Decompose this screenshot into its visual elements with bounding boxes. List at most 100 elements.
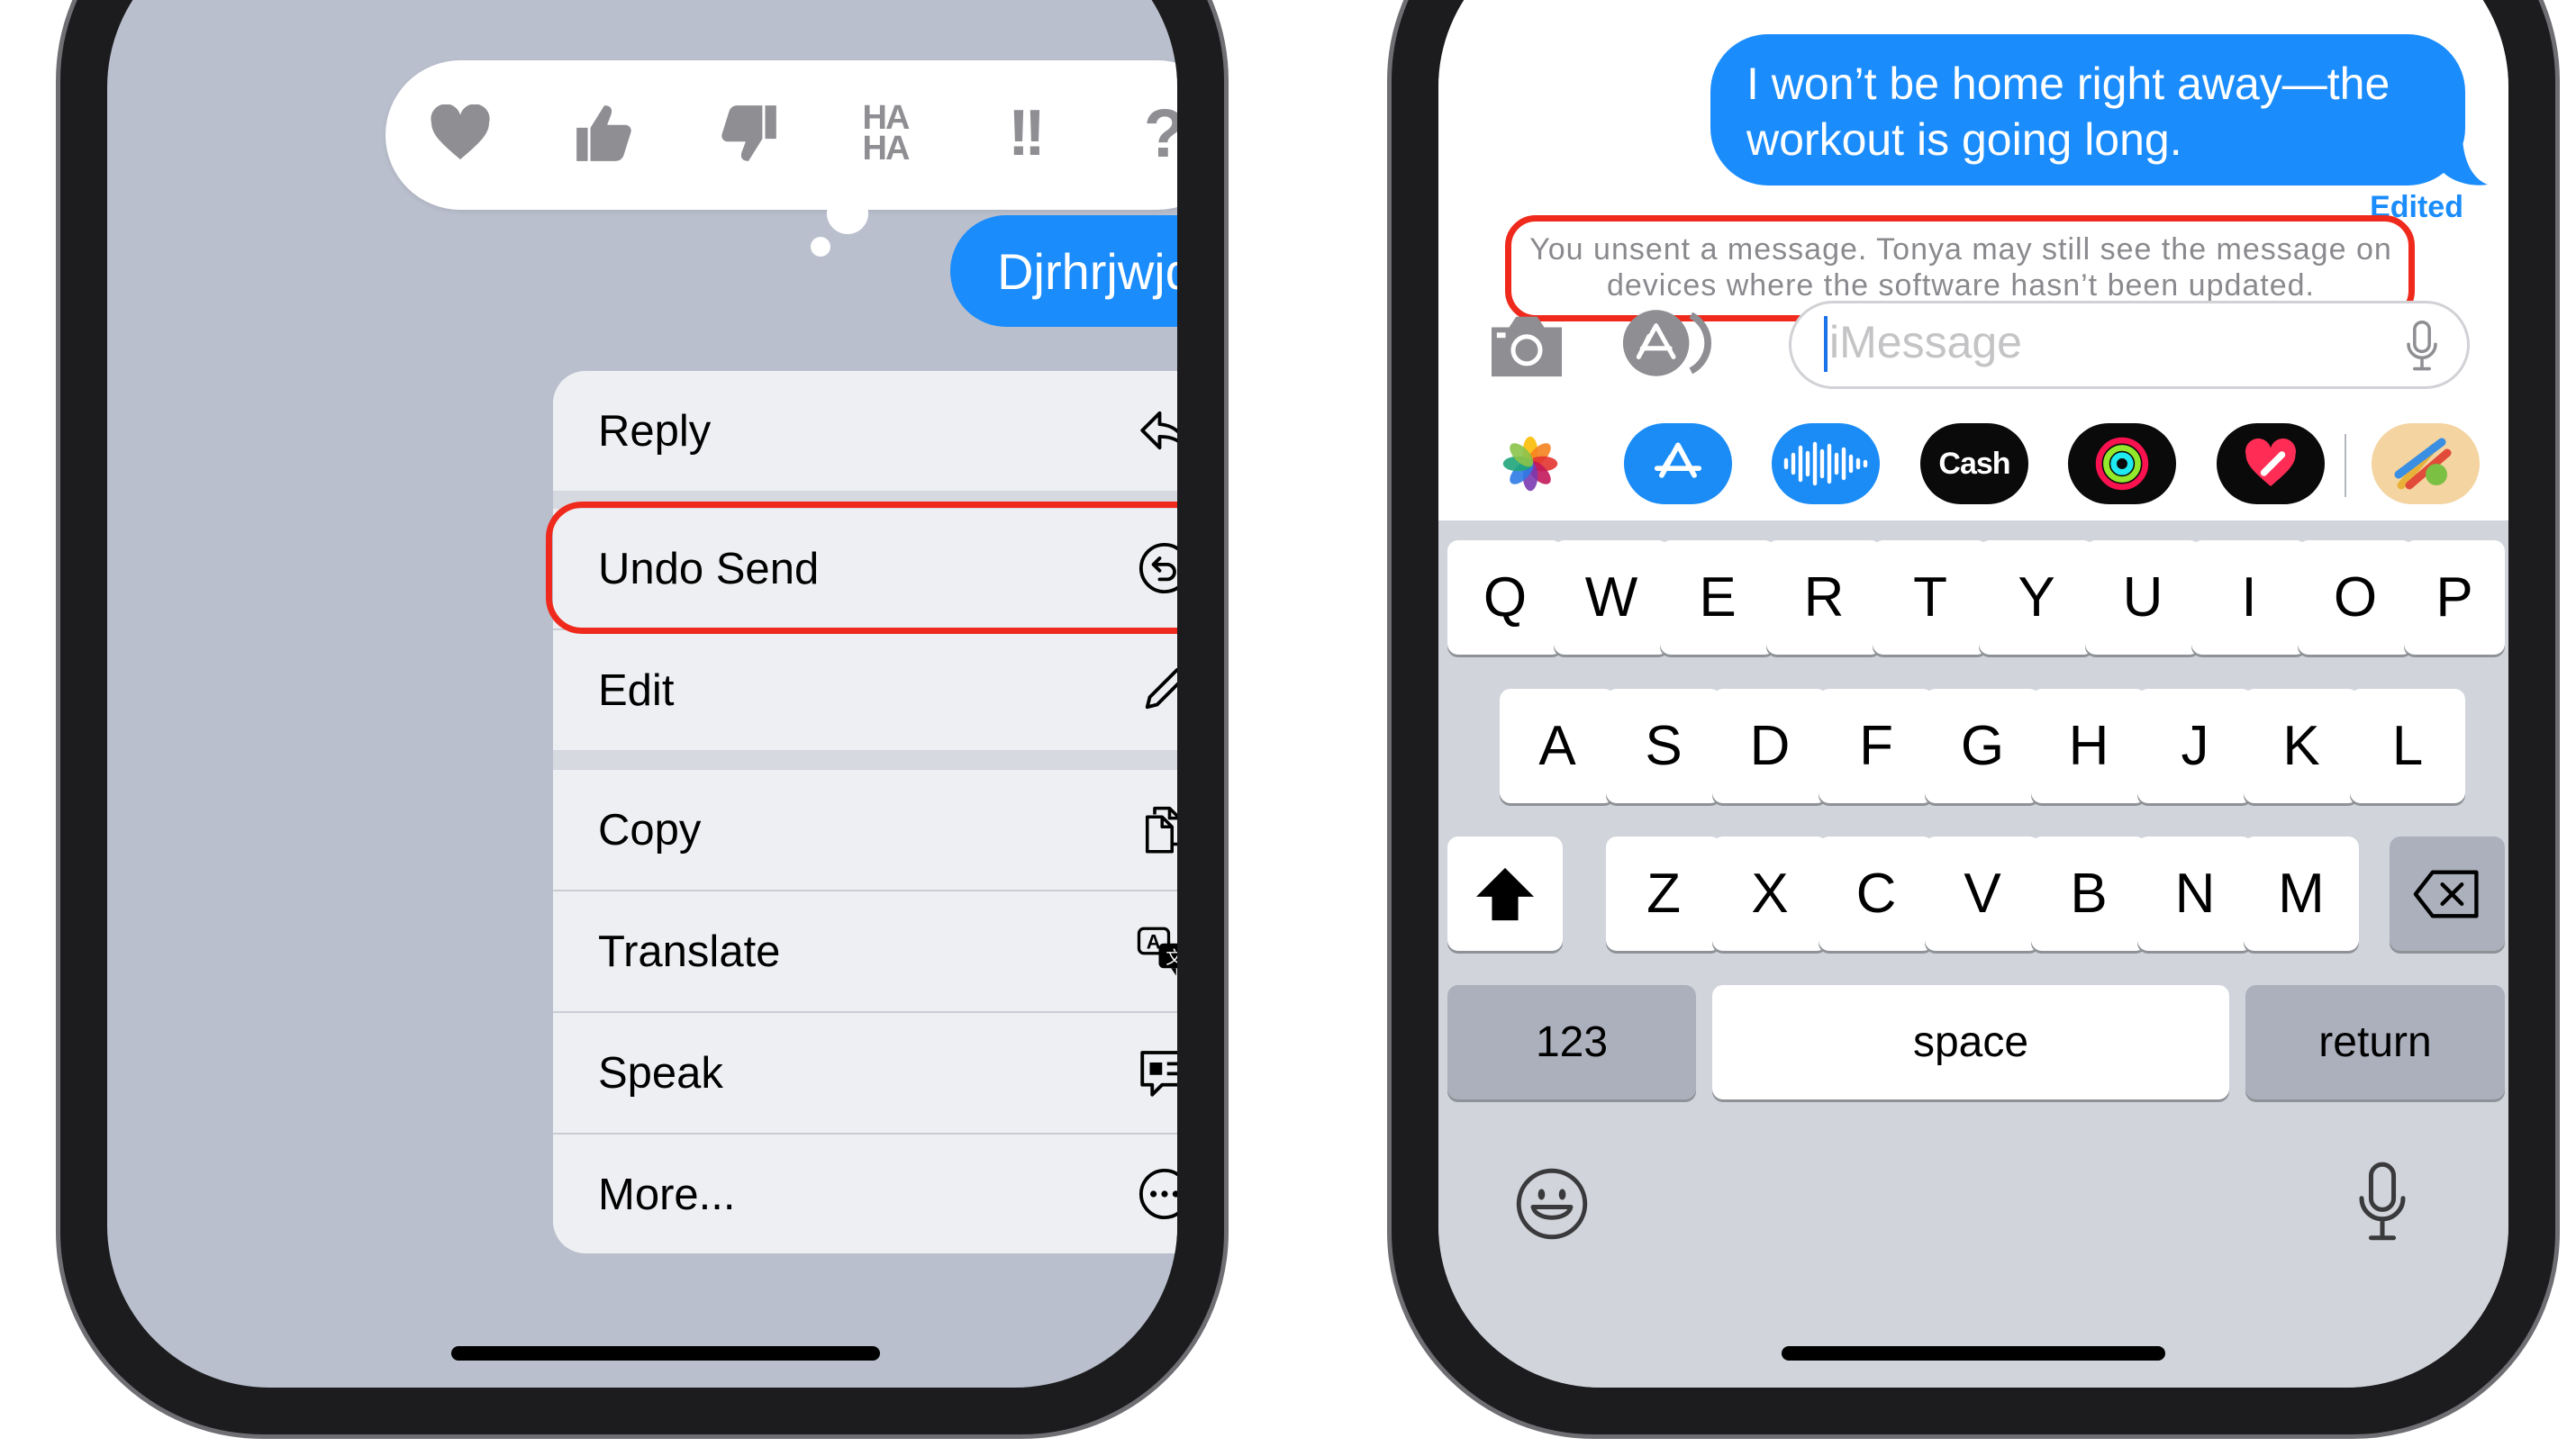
right-phone-frame: I won’t be home right away—the workout i… <box>1387 0 2560 1439</box>
menu-item-edit[interactable]: Edit <box>553 630 1177 750</box>
text-cursor <box>1824 316 1828 372</box>
key-c[interactable]: C <box>1819 837 1934 951</box>
activity-icon[interactable] <box>2068 423 2176 504</box>
key-q[interactable]: Q <box>1447 540 1563 655</box>
edited-message-text: I won’t be home right away—the workout i… <box>1746 59 2390 165</box>
exclamation-icon[interactable]: !! <box>975 84 1074 183</box>
menu-label-reply: Reply <box>598 406 712 456</box>
key-label: W <box>1584 566 1638 629</box>
key-label: Y <box>2018 566 2055 629</box>
menu-label-translate: Translate <box>598 927 781 976</box>
key-label: B <box>2070 863 2108 925</box>
key-label: A <box>1538 715 1576 777</box>
more-icon <box>1138 1168 1177 1220</box>
message-input[interactable]: iMessage <box>1789 301 2470 389</box>
menu-label-edit: Edit <box>598 665 675 715</box>
key-z[interactable]: Z <box>1606 837 1721 951</box>
key-s[interactable]: S <box>1606 689 1721 803</box>
menu-label-speak: Speak <box>598 1048 723 1098</box>
dictation-icon[interactable] <box>2404 320 2440 374</box>
key-o[interactable]: O <box>2298 540 2413 655</box>
tapback-tail-small <box>811 237 830 257</box>
bubble-tail <box>2443 140 2488 185</box>
key-a[interactable]: A <box>1500 689 1615 803</box>
thumbs-down-icon[interactable] <box>699 84 798 183</box>
photos-icon[interactable] <box>1476 423 1584 504</box>
return-key[interactable]: return <box>2245 985 2505 1099</box>
edited-message-bubble[interactable]: I won’t be home right away—the workout i… <box>1710 34 2465 185</box>
key-i[interactable]: I <box>2191 540 2307 655</box>
key-l[interactable]: L <box>2350 689 2465 803</box>
emoji-icon[interactable] <box>1514 1166 1590 1242</box>
key-d[interactable]: D <box>1712 689 1828 803</box>
audio-message-icon[interactable] <box>1772 423 1880 504</box>
key-n[interactable]: N <box>2137 837 2253 951</box>
menu-item-copy[interactable]: Copy <box>553 770 1177 890</box>
key-label: E <box>1699 566 1737 629</box>
key-e[interactable]: E <box>1660 540 1775 655</box>
app-drawer-divider <box>2345 434 2346 497</box>
home-indicator <box>1782 1346 2165 1361</box>
key-j[interactable]: J <box>2137 689 2253 803</box>
app-store-icon[interactable] <box>1624 423 1732 504</box>
message-bubble[interactable]: Djrhrjwjd <box>950 215 1177 327</box>
key-label: I <box>2241 566 2257 629</box>
key-label: space <box>1912 1018 2029 1066</box>
copy-icon <box>1145 806 1177 854</box>
key-label: O <box>2333 566 2378 629</box>
key-b[interactable]: B <box>2031 837 2146 951</box>
memoji-paint-icon[interactable] <box>2372 423 2480 504</box>
exclamation-text: !! <box>1008 97 1046 169</box>
key-t[interactable]: T <box>1873 540 1988 655</box>
menu-item-more[interactable]: More... <box>553 1135 1177 1253</box>
key-x[interactable]: X <box>1712 837 1828 951</box>
key-h[interactable]: H <box>2031 689 2146 803</box>
menu-label-copy: Copy <box>598 805 702 855</box>
key-k[interactable]: K <box>2244 689 2359 803</box>
key-label: return <box>2318 1018 2432 1066</box>
key-label: J <box>2181 715 2209 777</box>
question-icon[interactable]: ? <box>1115 84 1177 183</box>
pencil-icon <box>1145 668 1177 710</box>
camera-icon[interactable] <box>1483 310 1570 380</box>
key-m[interactable]: M <box>2244 837 2359 951</box>
microphone-icon[interactable] <box>2355 1161 2409 1244</box>
translate-icon: A文 <box>1137 927 1177 976</box>
key-label: X <box>1751 863 1789 925</box>
menu-label-more: More... <box>598 1170 736 1219</box>
key-p[interactable]: P <box>2404 540 2505 655</box>
key-r[interactable]: R <box>1766 540 1882 655</box>
heart-icon[interactable] <box>411 84 510 183</box>
menu-item-translate[interactable]: Translate A文 <box>553 891 1177 1011</box>
key-label: 123 <box>1535 1018 1609 1066</box>
digital-touch-icon[interactable] <box>2217 423 2325 504</box>
key-label: H <box>2068 715 2109 777</box>
key-label: P <box>2435 566 2473 629</box>
key-y[interactable]: Y <box>1979 540 2094 655</box>
apple-cash-icon[interactable]: Cash <box>1920 423 2028 504</box>
key-label: K <box>2282 715 2320 777</box>
input-placeholder: iMessage <box>1829 317 2022 367</box>
left-phone-screen: HA HA !! ? Djrhrjwjd Reply Undo Send Edi… <box>107 0 1177 1388</box>
question-text: ? <box>1144 95 1177 173</box>
left-phone-frame: HA HA !! ? Djrhrjwjd Reply Undo Send Edi… <box>56 0 1229 1439</box>
key-label: C <box>1855 863 1897 925</box>
menu-item-reply[interactable]: Reply <box>553 371 1177 491</box>
key-label: N <box>2174 863 2216 925</box>
delete-key[interactable] <box>2390 837 2505 951</box>
key-label: R <box>1803 566 1845 629</box>
key-f[interactable]: F <box>1819 689 1934 803</box>
key-u[interactable]: U <box>2085 540 2200 655</box>
menu-item-speak[interactable]: Speak <box>553 1013 1177 1133</box>
reply-arrow-icon <box>1140 411 1177 450</box>
numbers-key[interactable]: 123 <box>1447 985 1696 1099</box>
key-w[interactable]: W <box>1554 540 1669 655</box>
key-v[interactable]: V <box>1925 837 2040 951</box>
shift-key[interactable] <box>1447 837 1563 951</box>
apps-button-icon[interactable] <box>1621 308 1726 378</box>
space-key[interactable]: space <box>1712 985 2229 1099</box>
key-g[interactable]: G <box>1925 689 2040 803</box>
thumbs-up-icon[interactable] <box>555 84 654 183</box>
haha-icon[interactable]: HA HA <box>836 84 935 183</box>
shift-arrow-icon <box>1476 867 1534 920</box>
